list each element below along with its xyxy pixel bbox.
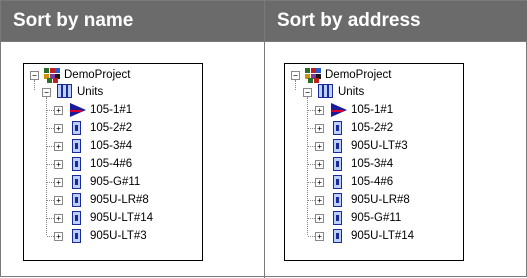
tree-item-label[interactable]: 905U-LT#3 [90,228,147,244]
tree-item-label[interactable]: 105-3#4 [90,138,132,154]
tree-line [47,236,54,237]
expand-toggle[interactable]: + [54,106,63,115]
expand-toggle[interactable]: + [54,178,63,187]
unit-icon [333,211,342,225]
tree-item-label[interactable]: 905U-LR#8 [90,192,149,208]
expand-toggle[interactable]: + [54,142,63,151]
expand-toggle[interactable]: + [54,214,63,223]
tree-view-by-name[interactable]: − DemoProject − Units +105-1#1 +105-2#2 +105-3… [23,63,203,261]
expand-toggle[interactable]: + [54,232,63,241]
header-divider [1,41,527,42]
unit-icon [72,157,81,171]
tree-view-by-address[interactable]: − DemoProject − Units +105-1#1 +105-2#2 +905U-… [284,63,464,261]
column-divider [264,1,265,278]
unit-icon [72,121,81,135]
collapse-toggle[interactable]: − [30,71,39,80]
expand-toggle[interactable]: + [315,214,324,223]
unit-icon [72,139,81,153]
tree-line [47,128,54,129]
unit-icon [333,121,342,135]
tree-item-label[interactable]: 905-G#11 [90,174,140,190]
unit-icon [72,229,81,243]
tree-item-label[interactable]: 905U-LT#14 [90,210,153,226]
tree-item-label[interactable]: 105-4#6 [90,156,132,172]
unit-icon [333,175,342,189]
tree-line [308,110,315,111]
unit-icon [72,211,81,225]
expand-toggle[interactable]: + [315,196,324,205]
expand-toggle[interactable]: + [54,160,63,169]
tree-line [307,97,308,235]
selected-arrow-icon [331,103,347,117]
collapse-toggle[interactable]: − [291,71,300,80]
tree-line [308,200,315,201]
expand-toggle[interactable]: + [315,232,324,241]
tree-item-label[interactable]: 105-4#6 [351,174,393,190]
unit-icon [72,193,81,207]
units-icon [57,84,73,98]
tree-line [308,218,315,219]
tree-item-label[interactable]: 905U-LT#14 [351,228,414,244]
expand-toggle[interactable]: + [54,124,63,133]
tree-line [308,146,315,147]
expand-toggle[interactable]: + [315,178,324,187]
selected-arrow-icon [70,103,86,117]
unit-icon [333,229,342,243]
unit-icon [72,175,81,189]
tree-line [308,182,315,183]
collapse-toggle[interactable]: − [42,88,51,97]
tree-line [47,218,54,219]
unit-icon [333,157,342,171]
tree-line [47,182,54,183]
tree-line [47,146,54,147]
tree-item-label[interactable]: 105-1#1 [351,102,393,118]
comparison-table: Sort by name Sort by address − DemoProjec… [0,0,527,278]
expand-toggle[interactable]: + [315,142,324,151]
units-icon [318,84,334,98]
sort-by-address-header: Sort by address [265,1,527,41]
tree-line [47,200,54,201]
sort-by-name-header: Sort by name [1,1,264,41]
unit-icon [333,139,342,153]
tree-group-label[interactable]: Units [338,84,364,100]
unit-icon [333,193,342,207]
expand-toggle[interactable]: + [315,106,324,115]
tree-line [308,236,315,237]
tree-item-label[interactable]: 905-G#11 [351,210,401,226]
tree-line [46,97,47,235]
tree-line [308,128,315,129]
tree-group-label[interactable]: Units [77,84,103,100]
expand-toggle[interactable]: + [54,196,63,205]
tree-item-label[interactable]: 105-2#2 [90,120,132,136]
tree-line [34,80,35,90]
tree-item-label[interactable]: 105-2#2 [351,120,393,136]
project-icon [305,68,321,83]
collapse-toggle[interactable]: − [303,88,312,97]
tree-line [295,80,296,90]
tree-root-label[interactable]: DemoProject [325,67,391,83]
tree-line [47,110,54,111]
tree-line [308,164,315,165]
tree-item-label[interactable]: 905U-LT#3 [351,138,408,154]
tree-item-label[interactable]: 105-1#1 [90,102,132,118]
project-icon [44,68,60,83]
expand-toggle[interactable]: + [315,124,324,133]
tree-item-label[interactable]: 905U-LR#8 [351,192,410,208]
tree-line [47,164,54,165]
tree-root-label[interactable]: DemoProject [64,67,130,83]
tree-item-label[interactable]: 105-3#4 [351,156,393,172]
expand-toggle[interactable]: + [315,160,324,169]
